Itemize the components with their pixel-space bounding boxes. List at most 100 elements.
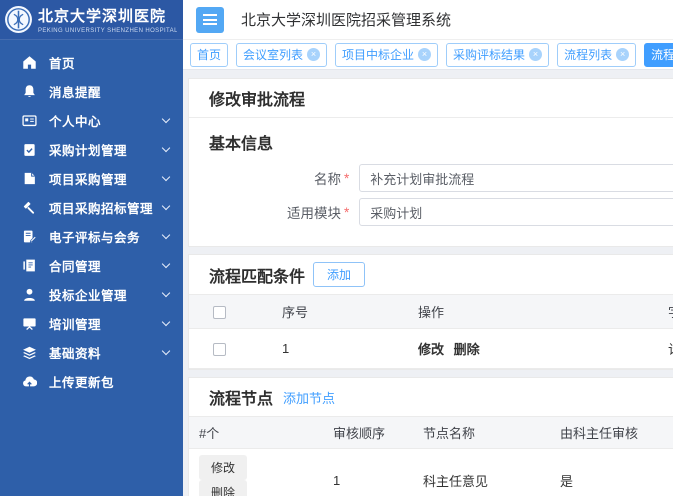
- sidebar-item-upload-package[interactable]: 上传更新包: [0, 367, 183, 396]
- name-label: 名称: [189, 168, 341, 188]
- name-field[interactable]: [359, 164, 673, 192]
- select-all-checkbox[interactable]: [213, 306, 226, 319]
- nodes-header-row: #个 审核顺序 节点名称 由科主任审核: [189, 417, 673, 449]
- tab-bar: 首页 会议室列表 × 项目中标企业 × 采购评标结果 × 流程列表 × 流程 ×: [183, 40, 673, 70]
- chevron-down-icon: [162, 202, 170, 210]
- sidebar-item-label: 项目采购招标管理: [49, 198, 153, 217]
- sidebar-item-e-evaluation[interactable]: 电子评标与会务: [0, 222, 183, 251]
- nodes-section-title: 流程节点: [209, 385, 273, 409]
- chevron-down-icon: [162, 318, 170, 326]
- sidebar-item-label: 项目采购管理: [49, 169, 127, 188]
- hospital-name-en: PEKING UNIVERSITY SHENZHEN HOSPITAL: [38, 28, 177, 34]
- column-dept-review: 由科主任审核: [550, 417, 673, 449]
- sidebar: 北京大学深圳医院 PEKING UNIVERSITY SHENZHEN HOSP…: [0, 0, 183, 496]
- delete-link[interactable]: 删除: [454, 342, 480, 357]
- content-area: 修改审批流程 基本信息 名称 * 适用模块 *: [183, 70, 673, 496]
- tab-process-list[interactable]: 流程列表 ×: [557, 43, 636, 67]
- close-icon[interactable]: ×: [418, 48, 431, 61]
- sidebar-item-label: 培训管理: [49, 314, 101, 333]
- tab-process[interactable]: 流程 ×: [644, 43, 673, 67]
- sidebar-item-label: 投标企业管理: [49, 285, 127, 304]
- app-title: 北京大学深圳医院招采管理系统: [241, 9, 451, 30]
- sidebar-item-bidding-management[interactable]: 项目采购招标管理: [0, 193, 183, 222]
- sidebar-item-label: 个人中心: [49, 111, 101, 130]
- main-area: 北京大学深圳医院招采管理系统 首页 会议室列表 × 项目中标企业 × 采购评标结…: [183, 0, 673, 496]
- hospital-logo-icon: [4, 5, 33, 34]
- sidebar-item-label: 基础资料: [49, 343, 101, 362]
- sidebar-item-label: 首页: [49, 53, 75, 72]
- conditions-section-title: 流程匹配条件: [209, 263, 305, 287]
- chevron-down-icon: [162, 289, 170, 297]
- presentation-icon: [22, 316, 37, 331]
- process-nodes-card: 流程节点 添加节点 #个 审核顺序 节点名称 由科主任审核: [188, 377, 673, 496]
- sidebar-item-label: 上传更新包: [49, 372, 114, 391]
- match-conditions-card: 流程匹配条件 添加 序号 操作 字段: [188, 254, 673, 370]
- row-checkbox[interactable]: [213, 343, 226, 356]
- gavel-icon: [22, 200, 37, 215]
- sidebar-item-training-management[interactable]: 培训管理: [0, 309, 183, 338]
- column-op: 操作: [403, 295, 653, 329]
- basic-info-section-title: 基本信息: [189, 118, 673, 158]
- table-row: 修改 删除 1 科主任意见 是: [189, 449, 673, 496]
- close-icon[interactable]: ×: [529, 48, 542, 61]
- sidebar-item-label: 合同管理: [49, 256, 101, 275]
- conditions-header-row: 序号 操作 字段: [189, 295, 673, 329]
- required-mark: *: [344, 205, 349, 220]
- module-label: 适用模块: [189, 202, 341, 222]
- tab-evaluation-results[interactable]: 采购评标结果 ×: [446, 43, 549, 67]
- id-card-icon: [22, 113, 37, 128]
- sidebar-item-personal-center[interactable]: 个人中心: [0, 106, 183, 135]
- modify-link[interactable]: 修改: [418, 342, 444, 357]
- tab-winning-bidders[interactable]: 项目中标企业 ×: [335, 43, 438, 67]
- chevron-down-icon: [162, 260, 170, 268]
- close-icon[interactable]: ×: [307, 48, 320, 61]
- sidebar-item-contract-management[interactable]: 合同管理: [0, 251, 183, 280]
- sidebar-item-project-procurement[interactable]: 项目采购管理: [0, 164, 183, 193]
- sidebar-menu: 首页 消息提醒 个人中心 采购计划管理 项目采购管理: [0, 40, 183, 396]
- contract-icon: [22, 258, 37, 273]
- topbar: 北京大学深圳医院招采管理系统: [183, 0, 673, 40]
- add-condition-button[interactable]: 添加: [313, 262, 365, 287]
- tab-meeting-room-list[interactable]: 会议室列表 ×: [236, 43, 327, 67]
- name-field-row: 名称 *: [189, 164, 673, 192]
- nodes-table: #个 审核顺序 节点名称 由科主任审核 修改 删除 1: [189, 416, 673, 496]
- sidebar-item-procurement-plan[interactable]: 采购计划管理: [0, 135, 183, 164]
- bell-icon: [22, 84, 37, 99]
- condition-field-value: 计划类型: [653, 329, 673, 369]
- page-title: 修改审批流程: [189, 79, 673, 118]
- chevron-down-icon: [162, 231, 170, 239]
- table-row: 1 修改 删除 计划类型: [189, 329, 673, 369]
- node-name: 科主任意见: [413, 449, 550, 496]
- column-name: 节点名称: [413, 417, 550, 449]
- app-window: 北京大学深圳医院 PEKING UNIVERSITY SHENZHEN HOSP…: [0, 0, 673, 496]
- delete-button[interactable]: 删除: [199, 480, 247, 496]
- node-order: 1: [323, 449, 413, 496]
- tab-home[interactable]: 首页: [190, 43, 228, 67]
- sidebar-item-home[interactable]: 首页: [0, 48, 183, 77]
- basic-info-form: 名称 * 适用模块 *: [189, 164, 673, 246]
- home-icon: [22, 55, 37, 70]
- add-node-link[interactable]: 添加节点: [283, 388, 335, 407]
- layers-icon: [22, 345, 37, 360]
- close-icon[interactable]: ×: [616, 48, 629, 61]
- edit-process-card: 修改审批流程 基本信息 名称 * 适用模块 *: [188, 78, 673, 247]
- conditions-table: 序号 操作 字段 1 修改 删除 计划: [189, 294, 673, 369]
- sidebar-item-label: 采购计划管理: [49, 140, 127, 159]
- sidebar-item-messages[interactable]: 消息提醒: [0, 77, 183, 106]
- module-field-row: 适用模块 *: [189, 198, 673, 226]
- column-hash: #个: [189, 417, 323, 449]
- hospital-logo: 北京大学深圳医院 PEKING UNIVERSITY SHENZHEN HOSP…: [0, 0, 183, 40]
- hamburger-menu-icon[interactable]: [196, 7, 224, 33]
- module-field[interactable]: [359, 198, 673, 226]
- column-field: 字段: [653, 295, 673, 329]
- modify-button[interactable]: 修改: [199, 455, 247, 480]
- sidebar-item-label: 消息提醒: [49, 82, 101, 101]
- hospital-name: 北京大学深圳医院: [38, 5, 177, 26]
- chevron-down-icon: [162, 173, 170, 181]
- required-mark: *: [344, 171, 349, 186]
- chevron-down-icon: [162, 115, 170, 123]
- condition-seq: 1: [267, 329, 403, 369]
- clipboard-check-icon: [22, 142, 37, 157]
- sidebar-item-basic-data[interactable]: 基础资料: [0, 338, 183, 367]
- sidebar-item-bidder-management[interactable]: 投标企业管理: [0, 280, 183, 309]
